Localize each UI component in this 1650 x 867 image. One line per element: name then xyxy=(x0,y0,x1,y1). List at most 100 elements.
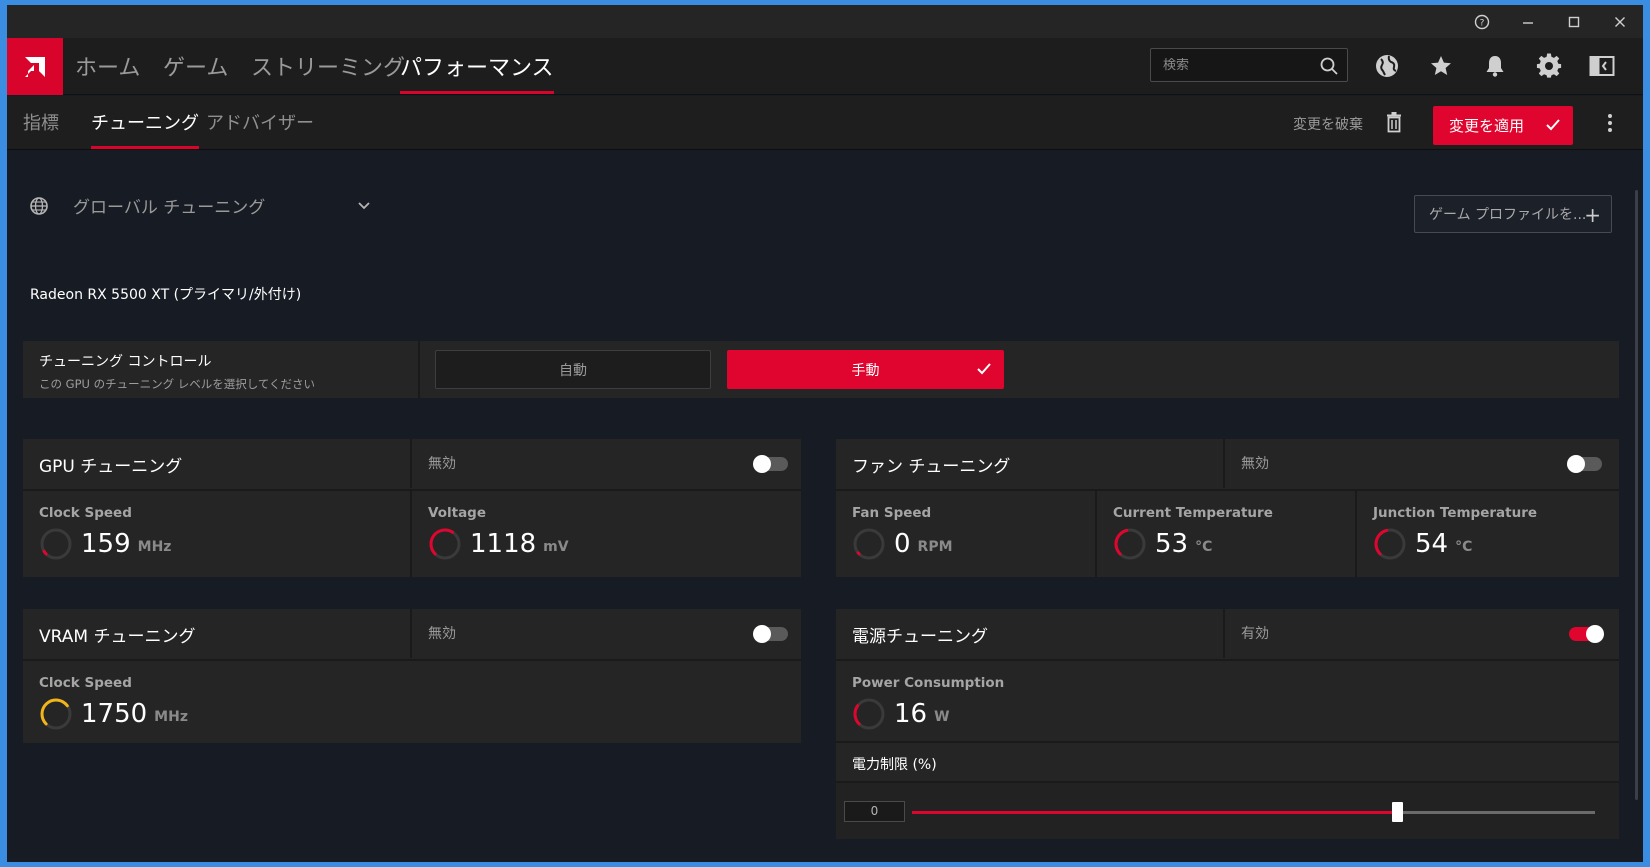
add-game-profile-button[interactable]: ゲーム プロファイルを... + xyxy=(1414,195,1612,233)
power-limit-slider-fill xyxy=(912,811,1397,814)
maximize-icon xyxy=(1568,16,1580,27)
nav-home[interactable]: ホーム xyxy=(75,50,140,94)
check-icon xyxy=(977,363,991,375)
metric-label: Clock Speed xyxy=(39,675,132,691)
bell-icon xyxy=(1486,56,1504,77)
metric-value: 0 xyxy=(894,529,911,559)
amd-logo[interactable] xyxy=(7,38,63,95)
metric-value: 159 xyxy=(81,529,131,559)
fan-tuning-toggle[interactable] xyxy=(1567,455,1602,473)
vram-tuning-title: VRAM チューニング xyxy=(39,627,196,647)
gauge-icon xyxy=(1114,528,1146,560)
auto-button[interactable]: 自動 xyxy=(435,350,711,389)
metric-value: 16 xyxy=(894,699,928,729)
globe-button[interactable] xyxy=(1373,52,1401,80)
gpu-tuning-title: GPU チューニング xyxy=(39,457,183,477)
tuning-control-title: チューニング コントロール xyxy=(39,354,212,370)
metric-value: 1750 xyxy=(81,699,148,729)
metric-unit: °C xyxy=(1195,539,1213,555)
title-bar: ? xyxy=(7,5,1643,38)
gauge-icon xyxy=(40,528,72,560)
close-button[interactable] xyxy=(1597,5,1643,38)
close-icon xyxy=(1615,16,1625,27)
fan-tuning-state: 無効 xyxy=(1241,456,1269,472)
gear-icon xyxy=(1536,53,1562,78)
fan-tuning-card: ファン チューニング 無効 Fan Speed 0 RPM Current Te… xyxy=(836,439,1619,577)
notifications-button[interactable] xyxy=(1481,52,1509,80)
metric-unit: mV xyxy=(543,539,569,555)
favorites-button[interactable] xyxy=(1427,52,1455,80)
discard-changes-link[interactable]: 変更を破棄 xyxy=(1293,114,1363,134)
apply-changes-label: 変更を適用 xyxy=(1449,117,1525,135)
settings-button[interactable] xyxy=(1535,52,1563,80)
power-limit-slider-row: 0 xyxy=(836,781,1619,839)
app-window: ? ホーム ゲーム ストリーミング パフォーマンス 検索 指標 チューニング ア… xyxy=(7,5,1643,862)
profile-selector-label: グローバル チューニング xyxy=(73,198,266,218)
profile-selector[interactable]: グローバル チューニング xyxy=(29,193,371,218)
amd-logo-icon xyxy=(25,56,45,77)
power-tuning-toggle[interactable] xyxy=(1569,625,1604,643)
gpu-tuning-header: GPU チューニング 無効 xyxy=(23,439,801,488)
gauge-icon xyxy=(40,698,72,730)
maximize-button[interactable] xyxy=(1551,5,1597,38)
vram-clock-speed-metric: Clock Speed 1750 MHz xyxy=(23,661,412,743)
gpu-tuning-state: 無効 xyxy=(428,456,456,472)
manual-label: 手動 xyxy=(851,362,880,379)
search-icon[interactable] xyxy=(1319,56,1339,76)
help-icon: ? xyxy=(1474,14,1490,29)
current-temperature-metric: Current Temperature 53 °C xyxy=(1095,491,1355,577)
search-input[interactable] xyxy=(1163,57,1313,73)
chevron-down-icon xyxy=(358,201,370,209)
gpu-tuning-card: GPU チューニング 無効 Clock Speed 159 MHz Voltag… xyxy=(23,439,801,577)
gpu-tuning-toggle[interactable] xyxy=(753,455,788,473)
tuning-control-info: チューニング コントロール この GPU のチューニング レベルを選択してくださ… xyxy=(23,341,420,398)
metric-label: Power Consumption xyxy=(852,675,1005,691)
tab-advisor[interactable]: アドバイザー xyxy=(206,109,314,149)
tab-metrics[interactable]: 指標 xyxy=(23,109,59,149)
junction-temperature-metric: Junction Temperature 54 °C xyxy=(1355,491,1619,577)
nav-performance[interactable]: パフォーマンス xyxy=(400,50,554,94)
vram-tuning-toggle[interactable] xyxy=(753,625,788,643)
search-box[interactable] xyxy=(1150,48,1348,82)
fan-tuning-header: ファン チューニング 無効 xyxy=(836,439,1619,488)
nav-streaming[interactable]: ストリーミング xyxy=(251,50,405,94)
fan-tuning-title: ファン チューニング xyxy=(852,457,1011,477)
metric-label: Clock Speed xyxy=(39,505,132,521)
power-tuning-header: 電源チューニング 有効 xyxy=(836,609,1619,658)
metric-label: Junction Temperature xyxy=(1373,505,1538,521)
power-limit-slider-thumb[interactable] xyxy=(1391,802,1403,822)
manual-button[interactable]: 手動 xyxy=(727,350,1004,389)
more-options-button[interactable] xyxy=(1607,113,1613,137)
gauge-icon xyxy=(853,698,885,730)
tuning-control-panel: チューニング コントロール この GPU のチューニング レベルを選択してくださ… xyxy=(23,341,1619,398)
nav-games[interactable]: ゲーム xyxy=(163,50,228,94)
tab-tuning[interactable]: チューニング xyxy=(91,109,199,149)
metric-label: Current Temperature xyxy=(1113,505,1273,521)
tuning-control-subtitle: この GPU のチューニング レベルを選択してください xyxy=(39,377,316,391)
metric-value: 1118 xyxy=(470,529,537,559)
vram-tuning-header: VRAM チューニング 無効 xyxy=(23,609,801,658)
power-limit-input[interactable]: 0 xyxy=(844,801,905,822)
metric-value: 53 xyxy=(1155,529,1189,559)
power-tuning-card: 電源チューニング 有効 Power Consumption 16 W xyxy=(836,609,1619,743)
gauge-icon xyxy=(1374,528,1406,560)
discard-button[interactable] xyxy=(1385,111,1403,137)
trash-icon xyxy=(1387,112,1401,133)
help-button[interactable]: ? xyxy=(1459,5,1505,38)
minimize-button[interactable] xyxy=(1505,5,1551,38)
metric-unit: MHz xyxy=(137,539,172,555)
sidebar-button[interactable] xyxy=(1588,52,1616,80)
power-tuning-state: 有効 xyxy=(1241,626,1269,642)
metric-unit: MHz xyxy=(154,709,188,725)
check-icon xyxy=(1546,119,1560,131)
metric-unit: °C xyxy=(1455,539,1473,555)
scrollbar[interactable] xyxy=(1635,190,1638,800)
vram-tuning-card: VRAM チューニング 無効 Clock Speed 1750 MHz xyxy=(23,609,801,743)
apply-changes-button[interactable]: 変更を適用 xyxy=(1433,106,1573,145)
power-limit-label: 電力制限 (%) xyxy=(852,757,937,773)
power-limit-slider-track[interactable] xyxy=(912,802,1595,822)
plus-icon: + xyxy=(1584,203,1601,227)
auto-label: 自動 xyxy=(559,362,587,379)
metric-unit: RPM xyxy=(917,539,953,555)
power-tuning-title: 電源チューニング xyxy=(852,627,988,647)
